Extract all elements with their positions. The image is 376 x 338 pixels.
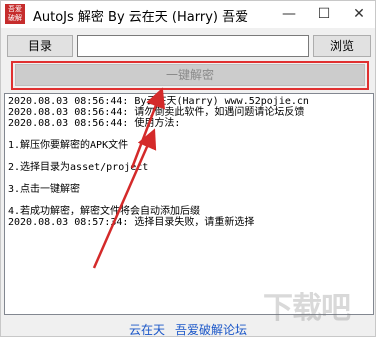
log-line: 1.解压你要解密的APK文件 [8,140,129,151]
close-button[interactable]: ✕ [342,1,376,28]
log-line: 2020.08.03 08:56:44: By云在天(Harry) www.52… [8,96,309,107]
minimize-button[interactable]: — [272,1,306,28]
decrypt-highlight-annotation [11,61,369,90]
log-line: 2.选择目录为asset/project [8,162,149,173]
window-title: AutoJs 解密 By 云在天 (Harry) 吾爱 [33,10,249,25]
directory-path-input[interactable] [77,35,309,57]
author-link[interactable]: 云在天 [129,321,165,338]
log-line: 2020.08.03 08:56:44: 使用方法: [8,118,181,129]
log-line: 4.若成功解密，解密文件将会自动添加后缀 [8,206,201,217]
log-line: 2020.08.03 08:56:44: 请勿倒卖此软件，如遇问题请论坛反馈 [8,107,305,118]
autojs-decrypt-window: 吾爱破解 AutoJs 解密 By 云在天 (Harry) 吾爱 — ☐ ✕ 目… [0,0,376,337]
directory-button[interactable]: 目录 [7,35,73,57]
forum-link[interactable]: 吾爱破解论坛 [175,321,247,338]
app-logo-icon: 吾爱破解 [5,4,25,24]
log-line: 3.点击一键解密 [8,184,81,195]
browse-button[interactable]: 浏览 [313,35,371,57]
footer: 云在天 吾爱破解论坛 [1,321,375,337]
log-line: 2020.08.03 08:57:34: 选择目录失败，请重新选择 [8,217,255,228]
title-bar[interactable]: 吾爱破解 AutoJs 解密 By 云在天 (Harry) 吾爱 — ☐ ✕ [1,1,375,28]
maximize-button[interactable]: ☐ [307,1,341,28]
log-output[interactable]: 2020.08.03 08:56:44: By云在天(Harry) www.52… [4,93,374,315]
